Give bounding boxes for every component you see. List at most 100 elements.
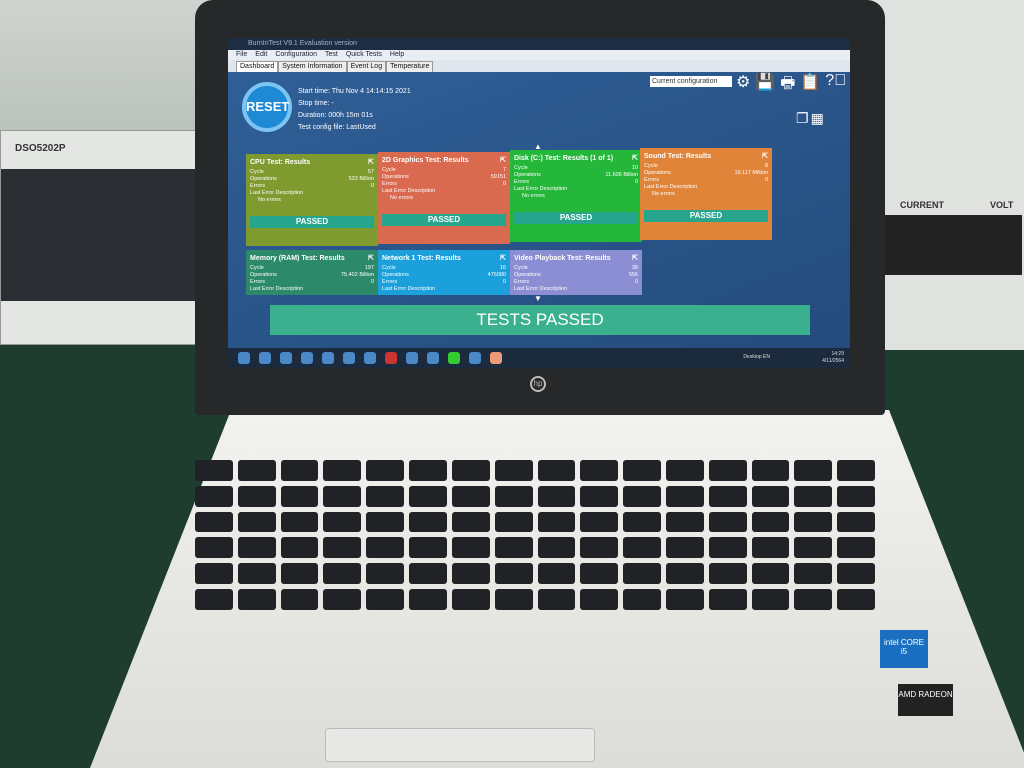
keyboard-key[interactable] — [280, 537, 319, 559]
keyboard-key[interactable] — [708, 460, 747, 481]
keyboard-key[interactable] — [409, 511, 447, 533]
keyboard-key[interactable] — [837, 460, 875, 481]
save-icon[interactable]: 💾 — [755, 72, 775, 99]
expand-icon[interactable]: ⇱ — [762, 151, 768, 163]
keyboard-key[interactable] — [665, 589, 704, 610]
keyboard-key[interactable] — [580, 511, 619, 533]
keyboard-key[interactable] — [451, 511, 490, 533]
keyboard-key[interactable] — [451, 589, 490, 610]
keyboard-key[interactable] — [837, 537, 875, 559]
keyboard-key[interactable] — [794, 511, 833, 533]
keyboard-key[interactable] — [237, 589, 276, 610]
keyboard-key[interactable] — [623, 563, 661, 585]
expand-icon[interactable]: ⇱ — [632, 153, 638, 165]
taskbar-app-icon[interactable] — [280, 352, 292, 364]
keyboard-key[interactable] — [280, 485, 319, 507]
keyboard-key[interactable] — [280, 589, 319, 610]
keyboard-key[interactable] — [195, 485, 233, 507]
keyboard-key[interactable] — [323, 537, 362, 559]
keyboard-key[interactable] — [623, 511, 661, 533]
keyboard-key[interactable] — [323, 589, 362, 610]
keyboard-key[interactable] — [366, 511, 405, 533]
keyboard-key[interactable] — [494, 563, 533, 585]
keyboard-key[interactable] — [323, 511, 362, 533]
taskbar-app-icon[interactable] — [490, 352, 502, 364]
keyboard-key[interactable] — [237, 511, 276, 533]
menu-quick-tests[interactable]: Quick Tests — [346, 50, 382, 60]
tab-dashboard[interactable]: Dashboard — [236, 61, 279, 72]
scroll-down-icon[interactable]: ▼ — [534, 294, 542, 303]
keyboard-key[interactable] — [280, 563, 319, 585]
taskbar-app-icon[interactable] — [364, 352, 376, 364]
configuration-select[interactable]: Current configuration — [650, 76, 732, 87]
keyboard-key[interactable] — [623, 537, 661, 559]
desktop-toolbar[interactable]: Desktop EN — [743, 354, 770, 360]
print-icon[interactable]: 🖶 — [780, 72, 795, 99]
keyboard-key[interactable] — [451, 460, 490, 481]
windows-view-icon[interactable]: ❐ — [796, 110, 809, 127]
tab-system-information[interactable]: System Information — [278, 61, 347, 72]
keyboard-key[interactable] — [451, 563, 490, 585]
keyboard-key[interactable] — [837, 589, 875, 610]
keyboard-key[interactable] — [366, 563, 405, 585]
keyboard-key[interactable] — [537, 563, 576, 585]
taskbar-app-icon[interactable] — [322, 352, 334, 364]
keyboard-key[interactable] — [708, 589, 747, 610]
keyboard-key[interactable] — [751, 589, 790, 610]
keyboard-key[interactable] — [280, 460, 319, 481]
keyboard-key[interactable] — [665, 563, 704, 585]
keyboard-key[interactable] — [409, 485, 447, 507]
keyboard-key[interactable] — [366, 589, 405, 610]
keyboard-key[interactable] — [837, 511, 875, 533]
keyboard-key[interactable] — [623, 485, 661, 507]
tab-event-log[interactable]: Event Log — [346, 61, 387, 72]
keyboard-key[interactable] — [451, 485, 490, 507]
keyboard-key[interactable] — [494, 589, 533, 610]
taskbar-app-icon[interactable] — [385, 352, 397, 364]
expand-icon[interactable]: ⇱ — [368, 157, 374, 169]
expand-icon[interactable]: ⇱ — [500, 155, 506, 167]
grid-view-icon[interactable]: ▦ — [811, 110, 824, 127]
keyboard-key[interactable] — [794, 460, 833, 481]
keyboard-key[interactable] — [537, 485, 576, 507]
menu-configuration[interactable]: Configuration — [275, 50, 317, 60]
taskbar-app-icon[interactable] — [343, 352, 355, 364]
keyboard-key[interactable] — [837, 485, 875, 507]
keyboard-key[interactable] — [366, 537, 405, 559]
keyboard-key[interactable] — [323, 460, 362, 481]
keyboard-key[interactable] — [451, 537, 490, 559]
keyboard-key[interactable] — [409, 460, 447, 481]
clock[interactable]: 14:29 4/11/2564 — [822, 351, 844, 365]
keyboard-key[interactable] — [580, 460, 619, 481]
keyboard-key[interactable] — [409, 537, 447, 559]
help-icon[interactable]: ?⃝ — [825, 72, 846, 99]
keyboard-key[interactable] — [708, 537, 747, 559]
keyboard-key[interactable] — [794, 589, 833, 610]
taskbar-app-icon[interactable] — [406, 352, 418, 364]
keyboard-key[interactable] — [494, 485, 533, 507]
keyboard-key[interactable] — [409, 563, 447, 585]
keyboard-key[interactable] — [665, 460, 704, 481]
reset-button[interactable]: RESET — [242, 82, 292, 132]
keyboard-key[interactable] — [708, 485, 747, 507]
keyboard-key[interactable] — [537, 589, 576, 610]
keyboard-key[interactable] — [323, 485, 362, 507]
keyboard-key[interactable] — [580, 589, 619, 610]
keyboard-key[interactable] — [494, 511, 533, 533]
menu-help[interactable]: Help — [390, 50, 404, 60]
taskbar-app-icon[interactable] — [469, 352, 481, 364]
keyboard-key[interactable] — [751, 537, 790, 559]
keyboard-key[interactable] — [751, 563, 790, 585]
tab-temperature[interactable]: Temperature — [386, 61, 434, 72]
taskbar-app-icon[interactable] — [259, 352, 271, 364]
keyboard-key[interactable] — [794, 563, 833, 585]
touchpad[interactable] — [325, 728, 595, 762]
keyboard-key[interactable] — [280, 511, 319, 533]
taskbar-app-icon[interactable] — [427, 352, 439, 364]
taskbar-app-icon[interactable] — [448, 352, 460, 364]
menu-edit[interactable]: Edit — [255, 50, 267, 60]
keyboard-key[interactable] — [537, 460, 576, 481]
keyboard-key[interactable] — [665, 485, 704, 507]
keyboard-key[interactable] — [708, 511, 747, 533]
keyboard-key[interactable] — [751, 511, 790, 533]
